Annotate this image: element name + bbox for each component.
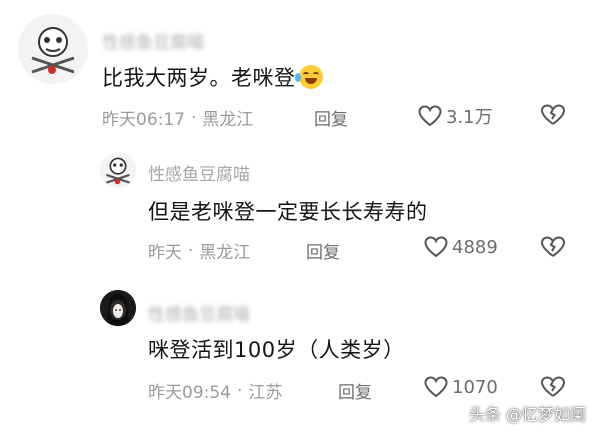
username[interactable]: 性感鱼豆腐喵	[148, 160, 250, 185]
avatar[interactable]	[18, 14, 88, 84]
username[interactable]: 性感鱼豆腐喵	[102, 28, 204, 53]
heart-icon	[418, 105, 442, 127]
dislike-button[interactable]	[540, 236, 566, 262]
comment-location: 江苏	[248, 383, 283, 403]
heart-icon	[424, 236, 448, 258]
avatar[interactable]	[100, 152, 136, 188]
like-count: 3.1万	[446, 107, 493, 128]
reply-button[interactable]: 回复	[314, 105, 348, 130]
comment-meta: 昨天09:54 · 江苏	[148, 378, 283, 404]
watermark: 头条 @忆梦如阑	[468, 405, 586, 424]
broken-heart-icon	[540, 104, 566, 125]
comment-text: 咪登活到100岁（人类岁）	[148, 338, 405, 362]
like-button[interactable]: 4889	[424, 236, 498, 258]
comment-meta: 昨天 · 黑龙江	[148, 238, 251, 264]
comment-location: 黑龙江	[199, 243, 251, 263]
meta-separator: ·	[191, 107, 197, 128]
rolling-laughing-emoji-icon	[294, 65, 323, 89]
heart-icon	[424, 376, 448, 398]
like-count: 1070	[452, 376, 498, 398]
reply-button[interactable]: 回复	[306, 238, 340, 263]
like-button[interactable]: 3.1万	[418, 103, 493, 129]
comment-time: 昨天09:54	[148, 383, 231, 403]
broken-heart-icon	[540, 376, 566, 397]
comment-meta: 昨天06:17 · 黑龙江	[102, 105, 254, 131]
dislike-button[interactable]	[540, 104, 566, 130]
broken-heart-icon	[540, 236, 566, 257]
avatar[interactable]	[100, 290, 136, 326]
reply-button[interactable]: 回复	[338, 378, 372, 403]
comment-location: 黑龙江	[202, 110, 254, 130]
like-button[interactable]: 1070	[424, 376, 498, 398]
comment-text-content: 比我大两岁。老咪登	[102, 66, 296, 90]
meta-separator: ·	[188, 240, 194, 261]
like-count: 4889	[452, 236, 498, 258]
dislike-button[interactable]	[540, 376, 566, 402]
comment-time: 昨天	[148, 243, 182, 263]
meta-separator: ·	[237, 380, 243, 401]
comment-text: 比我大两岁。老咪登	[102, 62, 323, 92]
comment-text: 但是老咪登一定要长长寿寿的	[148, 200, 428, 224]
comment-time: 昨天06:17	[102, 110, 185, 130]
username[interactable]: 性感鱼豆腐喵	[148, 300, 250, 325]
